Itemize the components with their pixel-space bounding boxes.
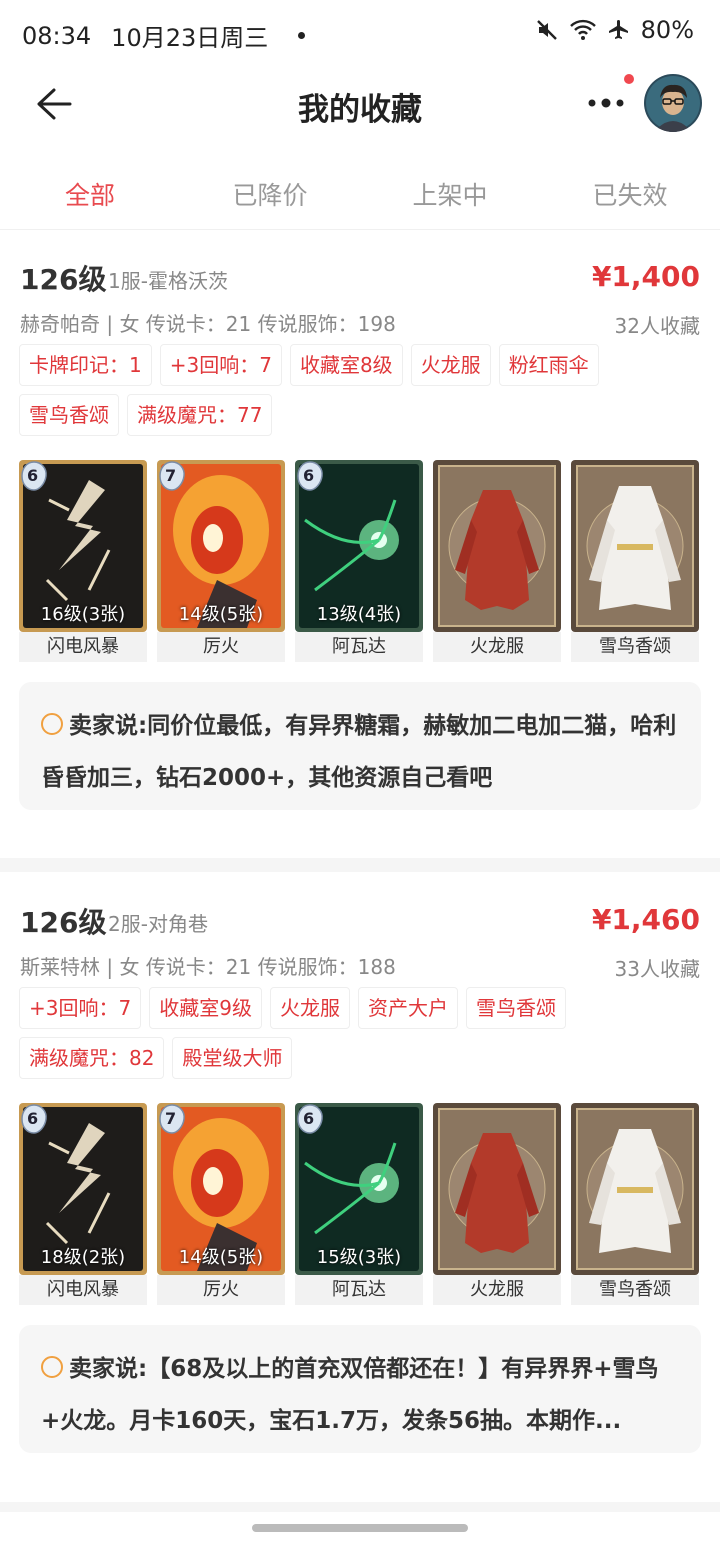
card-level: 18级(2张) <box>40 1247 126 1268</box>
snowbird-outfit-image <box>571 1103 699 1275</box>
status-date: 10月23日周三 <box>111 24 269 52</box>
item-card[interactable]: 7 14级(5张) 厉火 <box>157 460 285 666</box>
card-level: 14级(5张) <box>178 604 264 625</box>
item-name: 厉火 <box>157 1275 285 1305</box>
item-card[interactable]: 火龙服 <box>433 460 561 666</box>
home-indicator[interactable] <box>252 1524 468 1532</box>
item-card[interactable]: 6 18级(2张) 闪电风暴 <box>19 1103 147 1309</box>
card-level: 15级(3张) <box>316 1247 402 1268</box>
item-name: 火龙服 <box>433 632 561 662</box>
tag: +3回响：7 <box>159 344 282 386</box>
tab-price-dropped[interactable]: 已降价 <box>180 158 360 229</box>
section-divider <box>0 1502 720 1512</box>
notification-badge <box>624 74 634 84</box>
chat-bubble-icon <box>41 1356 63 1378</box>
tag: 火龙服 <box>410 344 491 386</box>
item-card[interactable]: 火龙服 <box>433 1103 561 1309</box>
tag: 卡牌印记：1 <box>19 344 152 386</box>
account-level: 126级 <box>20 263 107 296</box>
item-name: 阿瓦达 <box>295 632 423 662</box>
top-nav-bar: 我的收藏 <box>0 68 720 140</box>
seller-label: 卖家说: <box>69 1356 148 1382</box>
tag: 满级魔咒：82 <box>19 1037 165 1079</box>
favorite-count: 33人收藏 <box>614 957 700 981</box>
fiendfyre-card-image: 7 14级(5张) <box>157 1103 285 1275</box>
seller-note: 卖家说:【68及以上的首充双倍都还在！】有异界界+雪鸟+火龙。月卡160天，宝石… <box>19 1325 701 1453</box>
status-time: 08:34 <box>22 21 92 50</box>
tag: +3回响：7 <box>19 987 142 1029</box>
item-card[interactable]: 7 14级(5张) 厉火 <box>157 1103 285 1309</box>
item-name: 闪电风暴 <box>19 1275 147 1305</box>
card-level: 13级(4张) <box>316 604 402 625</box>
tag: 雪鸟香颂 <box>19 394 119 436</box>
item-name: 火龙服 <box>433 1275 561 1305</box>
item-card[interactable]: 6 16级(3张) 闪电风暴 <box>19 460 147 666</box>
filter-tabs: 全部 已降价 上架中 已失效 <box>0 158 720 230</box>
tag: 收藏室9级 <box>149 987 262 1029</box>
avatar-image-icon <box>644 74 702 132</box>
item-card[interactable]: 雪鸟香颂 <box>571 1103 699 1309</box>
section-divider <box>0 858 720 872</box>
tag: 收藏室8级 <box>289 344 403 386</box>
status-bar: 08:34 10月23日周三 80% <box>0 0 720 68</box>
tag-list: +3回响：7 收藏室9级 火龙服 资产大户 雪鸟香颂 满级魔咒：82 殿堂级大师 <box>19 987 619 1079</box>
card-rank: 6 <box>27 466 39 485</box>
tag: 雪鸟香颂 <box>465 987 566 1029</box>
item-name: 闪电风暴 <box>19 632 147 662</box>
item-gallery: 6 18级(2张) 闪电风暴 7 14级(5张) 厉火 6 15级(3张) 阿瓦… <box>19 1103 703 1309</box>
tag: 火龙服 <box>269 987 350 1029</box>
item-name: 厉火 <box>157 632 285 662</box>
tag: 殿堂级大师 <box>172 1037 293 1079</box>
card-level: 16级(3张) <box>40 604 126 625</box>
favorite-count: 32人收藏 <box>614 314 700 338</box>
seller-note: 卖家说:同价位最低，有异界糖霜，赫敏加二电加二猫，哈利昏昏加三，钻石2000+，… <box>19 682 701 810</box>
item-card[interactable]: 雪鸟香颂 <box>571 460 699 666</box>
tab-on-shelf[interactable]: 上架中 <box>360 158 540 229</box>
account-level: 126级 <box>20 906 107 939</box>
user-avatar[interactable] <box>644 74 702 132</box>
listing-price: ¥1,400 <box>591 260 700 293</box>
battery-level: 80% <box>640 16 694 44</box>
item-name: 阿瓦达 <box>295 1275 423 1305</box>
card-rank: 6 <box>303 1109 315 1128</box>
server-name: 2服-对角巷 <box>108 912 208 936</box>
chat-bubble-icon <box>41 713 63 735</box>
mute-icon <box>536 20 557 40</box>
avada-card-image: 6 15级(3张) <box>295 1103 423 1275</box>
snowbird-outfit-image <box>571 460 699 632</box>
more-menu-icon[interactable] <box>586 96 630 110</box>
lightning-storm-card-image: 6 16级(3张) <box>19 460 147 632</box>
account-info: 赫奇帕奇 | 女 传说卡：21 传说服饰：198 <box>20 312 396 336</box>
tab-expired[interactable]: 已失效 <box>540 158 720 229</box>
airplane-icon <box>608 20 628 39</box>
item-card[interactable]: 6 15级(3张) 阿瓦达 <box>295 1103 423 1309</box>
listing-card[interactable]: 126级 2服-对角巷 ¥1,460 斯莱特林 | 女 传说卡：21 传说服饰：… <box>0 875 720 1501</box>
seller-label: 卖家说: <box>69 713 148 739</box>
notification-dot-icon <box>298 32 306 39</box>
wifi-icon <box>569 19 596 40</box>
card-rank: 7 <box>165 466 177 485</box>
card-level: 14级(5张) <box>178 1247 264 1268</box>
lightning-storm-card-image: 6 18级(2张) <box>19 1103 147 1275</box>
tag: 满级魔咒：77 <box>127 394 273 436</box>
item-card[interactable]: 6 13级(4张) 阿瓦达 <box>295 460 423 666</box>
dragon-outfit-image <box>433 460 561 632</box>
card-rank: 6 <box>303 466 315 485</box>
dragon-outfit-image <box>433 1103 561 1275</box>
tab-all[interactable]: 全部 <box>0 158 180 229</box>
fiendfyre-card-image: 7 14级(5张) <box>157 460 285 632</box>
item-gallery: 6 16级(3张) 闪电风暴 7 14级(5张) 厉火 6 13级(4张) 阿瓦… <box>19 460 703 666</box>
tag: 粉红雨伞 <box>498 344 599 386</box>
server-name: 1服-霍格沃茨 <box>108 269 228 293</box>
account-info: 斯莱特林 | 女 传说卡：21 传说服饰：188 <box>20 955 396 979</box>
listing-price: ¥1,460 <box>591 903 700 936</box>
listing-card[interactable]: 126级 1服-霍格沃茨 ¥1,400 赫奇帕奇 | 女 传说卡：21 传说服饰… <box>0 232 720 858</box>
tag: 资产大户 <box>357 987 458 1029</box>
card-rank: 7 <box>165 1109 177 1128</box>
card-rank: 6 <box>27 1109 39 1128</box>
item-name: 雪鸟香颂 <box>571 1275 699 1305</box>
item-name: 雪鸟香颂 <box>571 632 699 662</box>
avada-card-image: 6 13级(4张) <box>295 460 423 632</box>
tag-list: 卡牌印记：1 +3回响：7 收藏室8级 火龙服 粉红雨伞 雪鸟香颂 满级魔咒：7… <box>19 344 619 436</box>
